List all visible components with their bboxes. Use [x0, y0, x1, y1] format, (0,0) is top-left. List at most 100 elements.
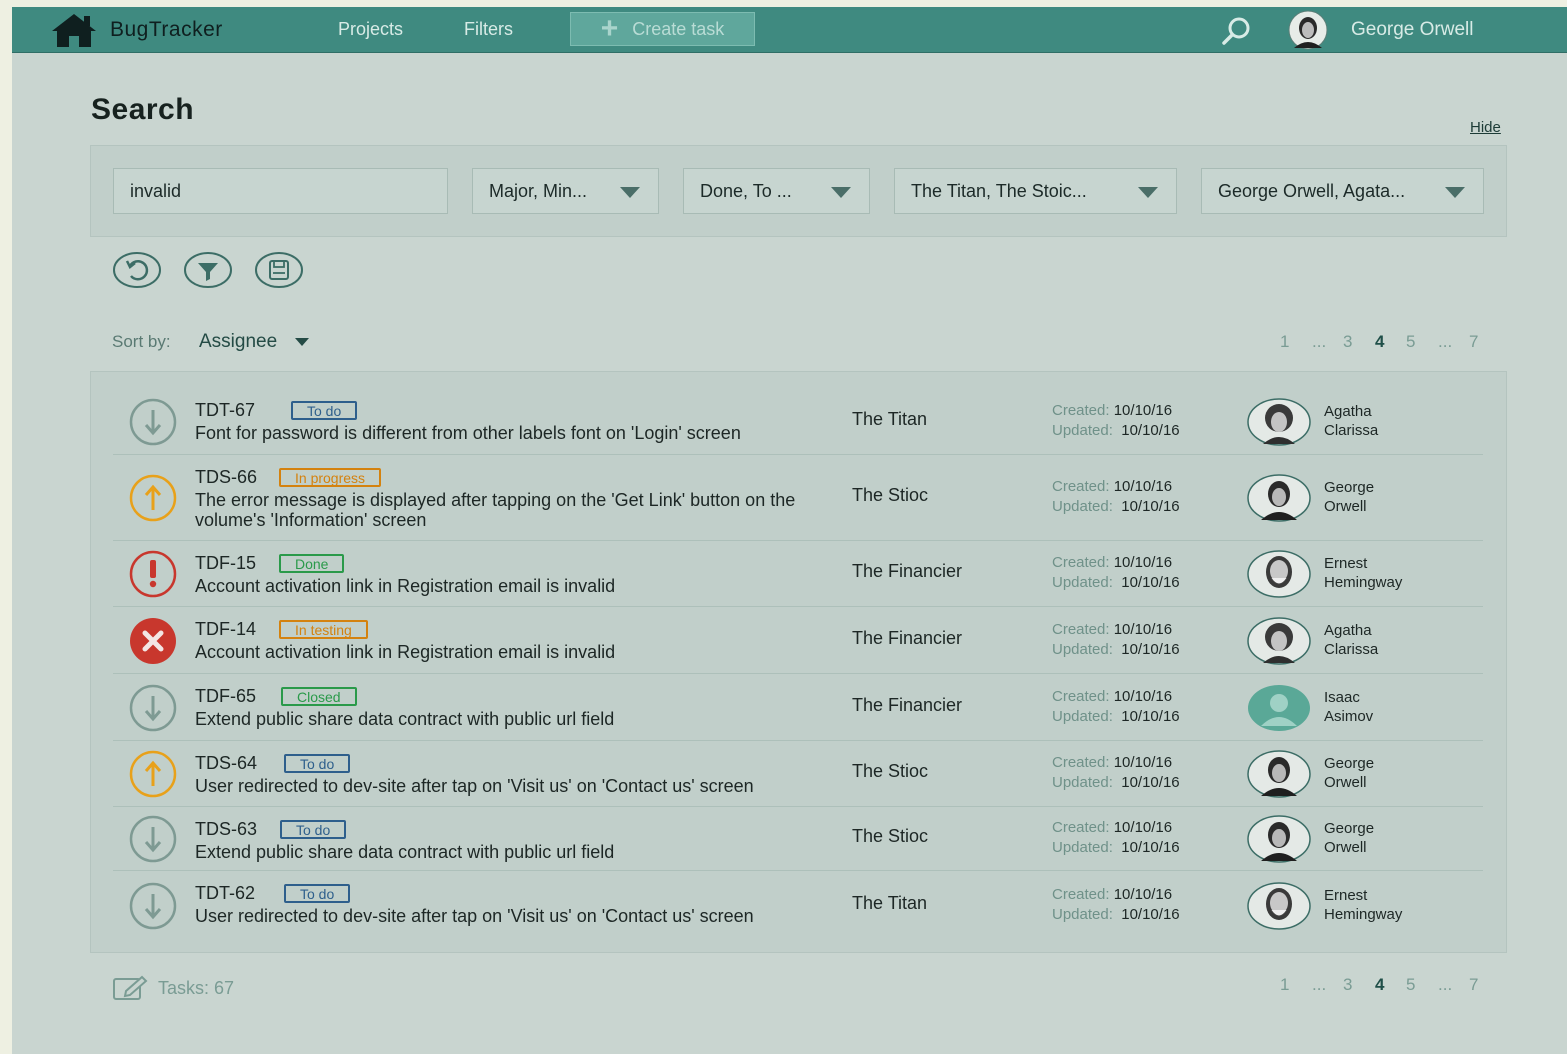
task-id-link[interactable]: TDS-64 [195, 753, 257, 774]
task-id-link[interactable]: TDT-67 [195, 400, 255, 421]
updated-label: Updated: [1052, 422, 1113, 439]
page-title: Search [91, 93, 195, 126]
created-date: 10/10/16 [1113, 688, 1173, 705]
project-filter-value: The Titan, The Stoic... [911, 180, 1087, 201]
task-project: The Financier [852, 561, 963, 581]
nav-projects[interactable]: Projects [338, 19, 403, 40]
task-id-link[interactable]: TDS-66 [195, 467, 257, 488]
updated-date: 10/10/16 [1121, 641, 1180, 658]
task-summary[interactable]: Font for password is different from othe… [195, 423, 855, 443]
task-row[interactable]: TDS-64 To do User redirected to dev-site a… [113, 741, 1483, 807]
reset-filters-button[interactable] [113, 252, 161, 288]
page-link[interactable]: 1 [1280, 975, 1289, 995]
updated-date: 10/10/16 [1121, 839, 1180, 856]
task-row[interactable]: TDT-62 To do User redirected to dev-site a… [113, 871, 1483, 941]
assignee-name[interactable]: George Orwell [1324, 820, 1374, 857]
task-summary[interactable]: User redirected to dev-site after tap on… [195, 776, 855, 796]
task-row[interactable]: TDF-14 In testing Account activation link … [113, 607, 1483, 674]
task-row[interactable]: TDF-65 Closed Extend public share data con… [113, 674, 1483, 741]
arrow-down-icon [129, 815, 177, 863]
created-label: Created: [1052, 754, 1110, 771]
task-row[interactable]: TDS-63 To do Extend public share data cont… [113, 807, 1483, 871]
page-link[interactable]: 3 [1343, 975, 1352, 995]
task-summary[interactable]: Extend public share data contract with p… [195, 842, 855, 862]
avatar-agatha[interactable] [1247, 617, 1311, 665]
page-link[interactable]: 5 [1406, 332, 1415, 352]
created-date: 10/10/16 [1113, 554, 1173, 571]
task-summary[interactable]: Account activation link in Registration … [195, 642, 855, 662]
assignee-name[interactable]: Ernest Hemingway [1324, 555, 1402, 592]
task-row[interactable]: TDS-66 In progress The error message is di… [113, 455, 1483, 541]
assignee-name[interactable]: George Orwell [1324, 755, 1374, 792]
project-filter-select[interactable]: The Titan, The Stoic... [894, 168, 1177, 214]
assignee-name[interactable]: Ernest Hemingway [1324, 887, 1402, 924]
page-link[interactable]: 1 [1280, 332, 1289, 352]
status-badge: To do [284, 754, 351, 773]
created-label: Created: [1052, 554, 1110, 571]
created-label: Created: [1052, 621, 1110, 638]
user-avatar[interactable] [1282, 10, 1334, 50]
brand-logo[interactable]: BugTracker [48, 11, 223, 49]
updated-date: 10/10/16 [1121, 422, 1180, 439]
task-id-link[interactable]: TDF-14 [195, 619, 256, 640]
assignee-name[interactable]: Isaac Asimov [1324, 689, 1373, 726]
status-filter-select[interactable]: Done, To ... [683, 168, 870, 214]
task-dates: Created: 10/10/16 Updated: 10/10/16 [1052, 553, 1180, 593]
task-id-link[interactable]: TDT-62 [195, 883, 255, 904]
task-id-link[interactable]: TDF-65 [195, 686, 256, 707]
created-label: Created: [1052, 402, 1110, 419]
avatar-george[interactable] [1247, 750, 1311, 798]
task-row[interactable]: TDF-15 Done Account activation link in Reg… [113, 541, 1483, 607]
page-ellipsis: ... [1438, 975, 1453, 994]
chevron-down-icon[interactable] [295, 338, 309, 346]
assignee-filter-select[interactable]: George Orwell, Agata... [1201, 168, 1484, 214]
assignee-first-name: Agatha [1324, 622, 1372, 639]
avatar-agatha[interactable] [1247, 398, 1311, 446]
updated-date: 10/10/16 [1121, 708, 1180, 725]
priority-filter-select[interactable]: Major, Min... [472, 168, 659, 214]
avatar-ernest[interactable] [1247, 550, 1311, 598]
task-row[interactable]: TDT-67 To do Font for password is differen… [113, 388, 1483, 455]
status-badge: In progress [279, 468, 382, 487]
assignee-filter-value: George Orwell, Agata... [1218, 180, 1406, 201]
save-filter-button[interactable] [255, 252, 303, 288]
tasks-count: Tasks: 67 [112, 975, 234, 1001]
edit-icon [113, 975, 148, 1000]
task-dates: Created: 10/10/16 Updated: 10/10/16 [1052, 818, 1180, 858]
task-summary[interactable]: Account activation link in Registration … [195, 576, 855, 596]
page-link[interactable]: 5 [1406, 975, 1415, 995]
assignee-name[interactable]: Agatha Clarissa [1324, 403, 1378, 440]
assignee-name[interactable]: Agatha Clarissa [1324, 622, 1378, 659]
page-current[interactable]: 4 [1375, 332, 1384, 352]
updated-label: Updated: [1052, 774, 1113, 791]
avatar-george[interactable] [1247, 474, 1311, 522]
page-link[interactable]: 7 [1469, 332, 1478, 352]
user-name[interactable]: George Orwell [1351, 19, 1474, 41]
task-summary[interactable]: Extend public share data contract with p… [195, 709, 855, 729]
task-summary[interactable]: User redirected to dev-site after tap on… [195, 906, 855, 926]
task-id-link[interactable]: TDS-63 [195, 819, 257, 840]
task-id-link[interactable]: TDF-15 [195, 553, 256, 574]
page-link[interactable]: 3 [1343, 332, 1352, 352]
avatar-placeholder[interactable] [1247, 684, 1311, 732]
search-query-input[interactable]: invalid [113, 168, 448, 214]
tasks-count-label: Tasks: 67 [158, 977, 235, 998]
nav-filters[interactable]: Filters [464, 19, 513, 40]
page-current[interactable]: 4 [1375, 975, 1384, 995]
task-summary[interactable]: The error message is displayed after tap… [195, 490, 855, 530]
assignee-name[interactable]: George Orwell [1324, 479, 1374, 516]
page-ellipsis: ... [1312, 332, 1327, 351]
page-ellipsis: ... [1312, 975, 1327, 994]
hide-filters-link[interactable]: Hide [1470, 119, 1501, 136]
apply-filter-button[interactable] [184, 252, 232, 288]
page-link[interactable]: 7 [1469, 975, 1478, 995]
avatar-ernest[interactable] [1247, 882, 1311, 930]
brand-name: BugTracker [110, 18, 223, 41]
create-task-button[interactable]: + Create task [570, 12, 755, 46]
search-icon[interactable] [1220, 14, 1254, 48]
assignee-first-name: George [1324, 755, 1375, 772]
search-query-value: invalid [130, 180, 182, 201]
sort-by-select[interactable]: Assignee [199, 331, 277, 353]
avatar-george[interactable] [1247, 815, 1311, 863]
arrow-down-icon [129, 398, 177, 446]
